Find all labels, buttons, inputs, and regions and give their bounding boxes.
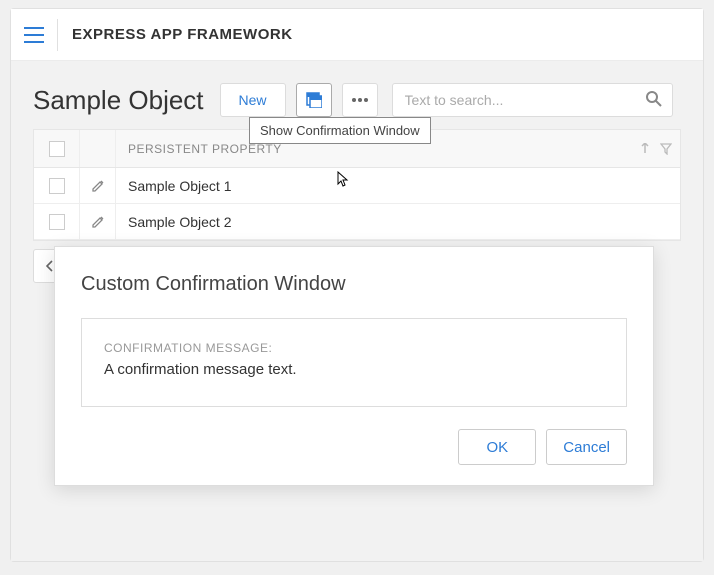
header-checkbox-cell[interactable]	[34, 130, 80, 167]
chevron-left-icon	[46, 260, 54, 272]
search-input[interactable]	[392, 83, 673, 117]
new-button[interactable]: New	[220, 83, 286, 117]
row-cell: Sample Object 1	[116, 178, 680, 194]
tooltip: Show Confirmation Window	[249, 117, 431, 144]
pencil-icon	[91, 215, 105, 229]
show-confirmation-button[interactable]	[296, 83, 332, 117]
hamburger-icon	[24, 27, 44, 43]
divider	[57, 19, 58, 51]
confirmation-modal: Custom Confirmation Window CONFIRMATION …	[54, 246, 654, 486]
page-title: Sample Object	[33, 85, 204, 116]
pencil-icon	[91, 179, 105, 193]
hamburger-menu-button[interactable]	[11, 9, 57, 61]
edit-cell[interactable]	[80, 204, 116, 239]
sort-icon[interactable]	[640, 143, 650, 155]
modal-title: Custom Confirmation Window	[81, 273, 627, 296]
message-text: A confirmation message text.	[104, 361, 604, 378]
edit-cell[interactable]	[80, 168, 116, 203]
modal-actions: OK Cancel	[81, 429, 627, 465]
row-cell: Sample Object 2	[116, 214, 680, 230]
window-icon	[306, 92, 322, 108]
message-label: CONFIRMATION MESSAGE:	[104, 341, 604, 355]
checkbox[interactable]	[49, 178, 65, 194]
ok-button[interactable]: OK	[458, 429, 536, 465]
table-row[interactable]: Sample Object 2	[34, 204, 680, 240]
cursor-icon	[333, 171, 351, 196]
table-row[interactable]: Sample Object 1	[34, 168, 680, 204]
cancel-button[interactable]: Cancel	[546, 429, 627, 465]
modal-body: CONFIRMATION MESSAGE: A confirmation mes…	[81, 318, 627, 407]
app-title: EXPRESS APP FRAMEWORK	[72, 26, 293, 43]
header-edit-cell	[80, 130, 116, 167]
filter-icon[interactable]	[660, 143, 672, 155]
more-button[interactable]	[342, 83, 378, 117]
search-wrap	[392, 83, 673, 117]
checkbox[interactable]	[49, 141, 65, 157]
search-icon	[645, 90, 663, 113]
top-bar: EXPRESS APP FRAMEWORK	[11, 9, 703, 61]
ellipsis-icon	[352, 98, 368, 102]
data-grid: PERSISTENT PROPERTY Sample Object 1	[33, 129, 681, 241]
checkbox[interactable]	[49, 214, 65, 230]
